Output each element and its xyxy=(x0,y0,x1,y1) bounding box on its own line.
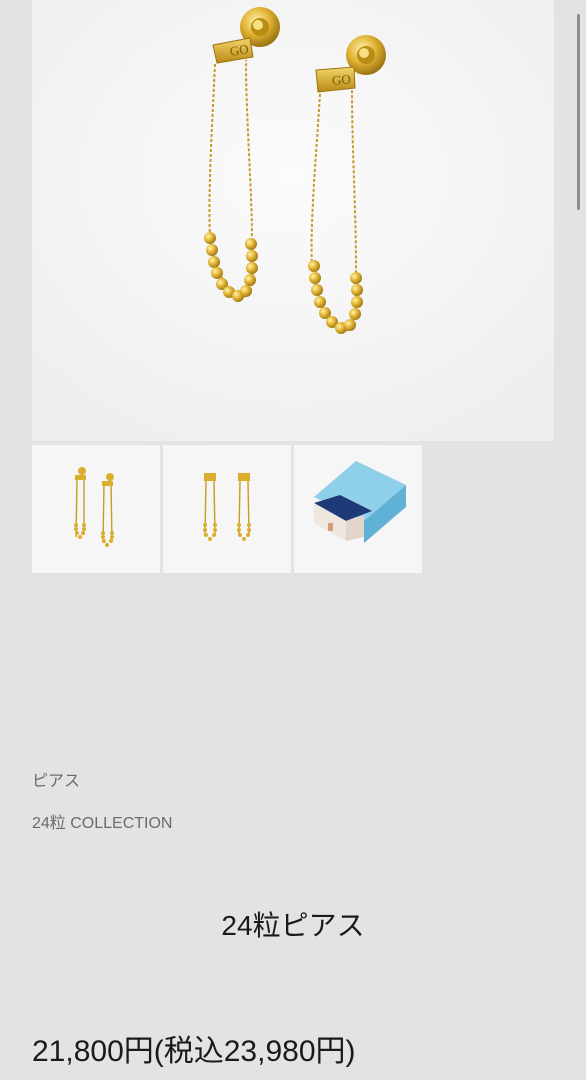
scrollbar[interactable] xyxy=(577,14,580,210)
thumbnail-earrings-front[interactable] xyxy=(163,445,291,573)
thumbnail-gift-box[interactable] xyxy=(294,445,422,573)
main-product-image: GO GO xyxy=(32,0,554,441)
product-category[interactable]: ピアス xyxy=(32,767,80,791)
product-collection[interactable]: 24粒 COLLECTION xyxy=(32,809,173,833)
thumbnail-earrings-angled[interactable] xyxy=(32,445,160,573)
svg-text:GO: GO xyxy=(331,71,351,88)
svg-text:GO: GO xyxy=(229,41,250,59)
thumbnail-strip xyxy=(32,445,422,573)
product-price: 21,800円(税込23,980円) xyxy=(32,1035,356,1068)
product-title: 24粒ピアス xyxy=(221,910,365,941)
